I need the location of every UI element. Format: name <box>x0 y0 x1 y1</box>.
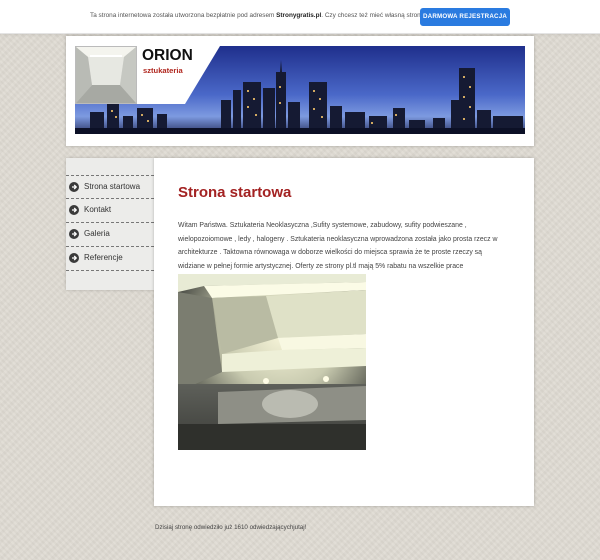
arrow-circle-icon <box>69 182 79 192</box>
intro-line: Witam Państwa. Sztukateria Neoklasyczna … <box>178 222 467 229</box>
ceiling-lighting-photo <box>178 274 366 450</box>
notice-text: Ta strona internetowa została utworzona … <box>90 12 428 19</box>
visit-counter: Dzisiaj stronę odwiedziło już 1610 odwie… <box>155 524 307 531</box>
site-title[interactable]: ORION <box>142 47 193 65</box>
header: ORION sztukateria <box>66 36 534 146</box>
nav-menu: Strona startowa Kontakt Galeria Referenc… <box>66 175 154 271</box>
nav-item-strona-startowa[interactable]: Strona startowa <box>66 175 154 199</box>
nav-item-galeria[interactable]: Galeria <box>66 223 154 247</box>
notice-bar: Ta strona internetowa została utworzona … <box>0 0 600 34</box>
logo-ceiling-photo <box>75 46 137 104</box>
intro-line: architekturze . Taktowna równowaga w dob… <box>178 249 482 257</box>
header-banner: ORION sztukateria <box>75 46 525 134</box>
notice-site-name[interactable]: Stronygratis.pl <box>276 12 321 19</box>
nav-item-label: Referencje <box>84 253 123 262</box>
nav-item-label: Galeria <box>84 229 110 238</box>
intro-text: Witam Państwa. Sztukateria Neoklasyczna … <box>178 219 510 273</box>
arrow-circle-icon <box>69 229 79 239</box>
register-button[interactable]: DARMOWA REJESTRACJA <box>420 8 510 26</box>
sidebar: Strona startowa Kontakt Galeria Referenc… <box>66 158 154 290</box>
arrow-circle-icon <box>69 253 79 263</box>
site-subtitle: sztukateria <box>143 66 183 75</box>
nav-item-label: Kontakt <box>84 205 112 214</box>
page-title: Strona startowa <box>178 184 292 201</box>
main-content: Strona startowa Witam Państwa. Sztukater… <box>154 158 534 506</box>
notice-text-after: . Czy chcesz też mieć własną stronę? <box>321 12 428 19</box>
intro-line: widziane w pełnej formie artystycznej. O… <box>178 262 464 270</box>
arrow-circle-icon <box>69 205 79 215</box>
nav-item-referencje[interactable]: Referencje <box>66 247 154 271</box>
nav-item-kontakt[interactable]: Kontakt <box>66 199 154 223</box>
notice-text-before: Ta strona internetowa została utworzona … <box>90 12 277 19</box>
intro-line: wielopozoiomowe , ledy , halogeny . Sztu… <box>178 235 498 243</box>
nav-item-label: Strona startowa <box>84 182 141 191</box>
